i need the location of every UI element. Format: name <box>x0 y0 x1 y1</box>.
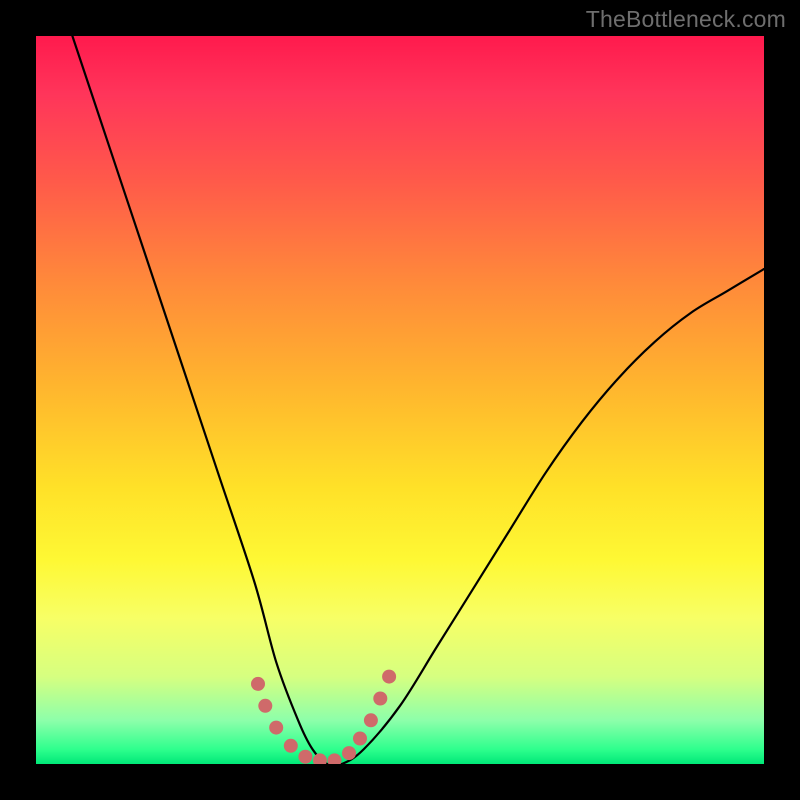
highlight-dots <box>251 670 396 764</box>
highlight-dot <box>284 739 298 753</box>
highlight-dot <box>364 713 378 727</box>
highlight-dot <box>373 692 387 706</box>
highlight-dot <box>382 670 396 684</box>
highlight-dot <box>313 753 327 764</box>
curve-svg <box>36 36 764 764</box>
watermark-text: TheBottleneck.com <box>586 6 786 33</box>
highlight-dot <box>258 699 272 713</box>
bottleneck-curve <box>72 36 764 764</box>
highlight-dot <box>298 750 312 764</box>
highlight-dot <box>342 746 356 760</box>
highlight-dot <box>251 677 265 691</box>
plot-area <box>36 36 764 764</box>
highlight-dot <box>353 732 367 746</box>
highlight-dot <box>269 721 283 735</box>
chart-frame: TheBottleneck.com <box>0 0 800 800</box>
highlight-dot <box>328 753 342 764</box>
